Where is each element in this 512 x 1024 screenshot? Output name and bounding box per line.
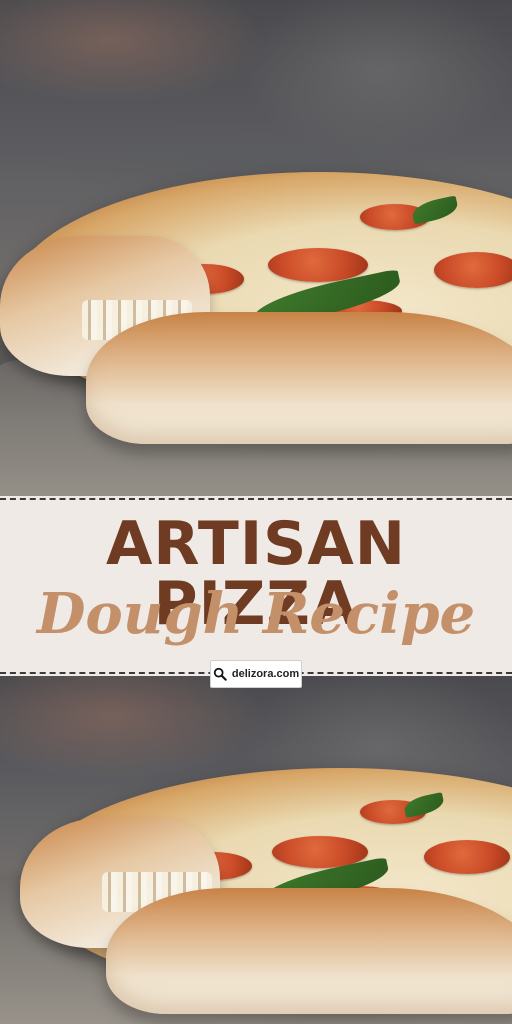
pepperoni [434,252,512,288]
front-crust [86,312,512,444]
title-banner: ARTISAN PIZZA Dough Recipe [0,496,512,676]
dashed-border-top [0,498,512,500]
bottom-pizza-photo [0,676,512,1024]
site-badge[interactable]: delizora.com [210,660,302,688]
top-pizza-photo [0,0,512,496]
pepperoni [424,840,510,874]
title-script: Dough Recipe [36,581,476,647]
pepperoni [268,248,368,282]
pin-image: ARTISAN PIZZA Dough Recipe delizora.com [0,0,512,1024]
magnifier-icon [213,667,227,681]
front-crust [106,888,512,1014]
site-url: delizora.com [231,668,300,680]
